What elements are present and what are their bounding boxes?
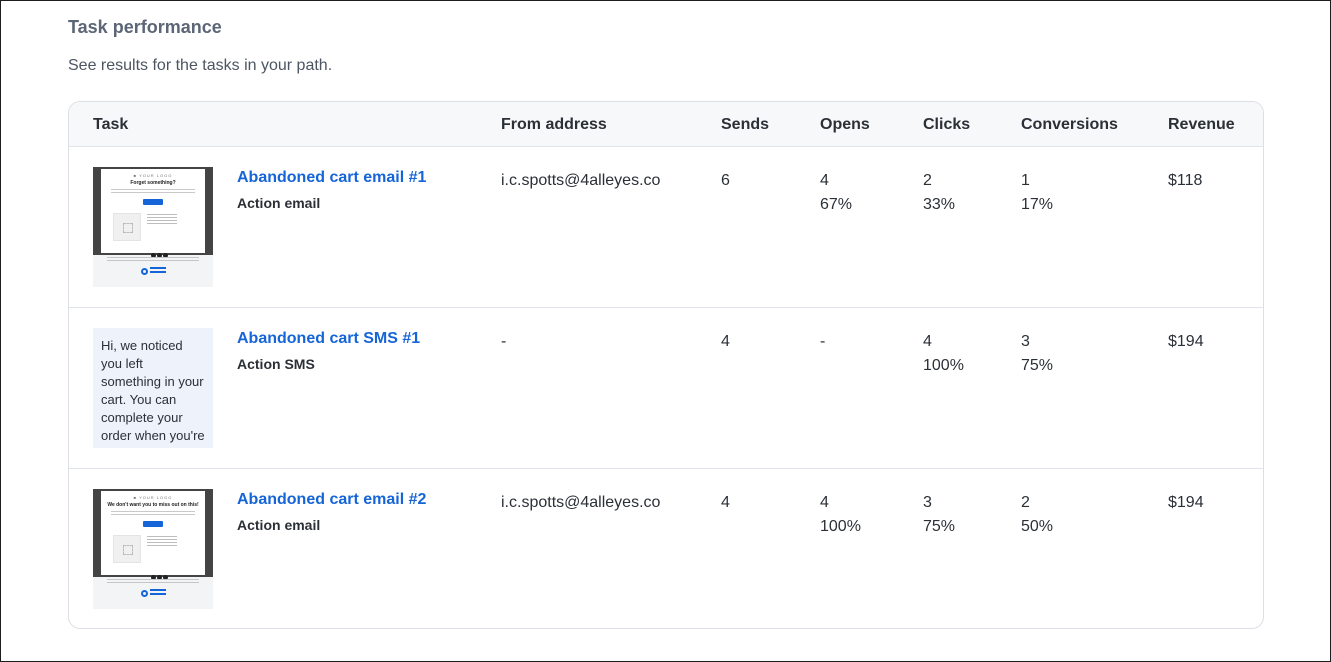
conversions-value: 2 50% bbox=[1021, 491, 1053, 539]
email-text-lines bbox=[111, 189, 195, 195]
constant-contact-logo bbox=[141, 588, 167, 600]
conversions-count: 3 bbox=[1021, 333, 1030, 350]
revenue-value: $194 bbox=[1168, 333, 1204, 350]
sms-thumbnail[interactable]: Hi, we noticed you left something in you… bbox=[93, 328, 213, 448]
task-link[interactable]: Abandoned cart SMS #1 bbox=[237, 330, 420, 348]
email-text-lines bbox=[111, 511, 195, 517]
email-preview-frame: ■ YOUR LOGO Forget something? bbox=[93, 167, 213, 258]
opens-value: 4 67% bbox=[820, 169, 852, 217]
email-cta-button bbox=[143, 199, 163, 205]
clicks-count: 4 bbox=[923, 333, 932, 350]
opens-percent: 100% bbox=[820, 518, 861, 535]
product-image-icon bbox=[113, 213, 141, 241]
clicks-value: 2 33% bbox=[923, 169, 955, 217]
task-link[interactable]: Abandoned cart email #1 bbox=[237, 169, 426, 187]
clicks-value: 4 100% bbox=[923, 330, 964, 378]
constant-contact-logo bbox=[141, 266, 167, 278]
email-footer-lines bbox=[107, 579, 199, 585]
header-conversions: Conversions bbox=[1021, 116, 1118, 133]
email-headline: We don't want you to miss out on this! bbox=[107, 502, 199, 508]
email-cta-button bbox=[143, 521, 163, 527]
from-address: i.c.spotts@4alleyes.co bbox=[501, 494, 661, 511]
header-from-address: From address bbox=[501, 116, 607, 133]
email-preview-frame: ■ YOUR LOGO We don't want you to miss ou… bbox=[93, 489, 213, 580]
header-opens: Opens bbox=[820, 116, 870, 133]
clicks-percent: 75% bbox=[923, 518, 956, 535]
table-row: ■ YOUR LOGO Forget something? Abandoned … bbox=[69, 147, 1263, 308]
opens-count: - bbox=[820, 333, 826, 350]
header-clicks: Clicks bbox=[923, 116, 971, 133]
social-icons bbox=[151, 245, 171, 258]
task-type: Action email bbox=[237, 517, 321, 533]
from-address: - bbox=[501, 333, 507, 350]
task-link[interactable]: Abandoned cart email #2 bbox=[237, 491, 426, 509]
clicks-count: 2 bbox=[923, 172, 932, 189]
conversions-count: 1 bbox=[1021, 172, 1030, 189]
email-preview-body: ■ YOUR LOGO We don't want you to miss ou… bbox=[101, 491, 205, 580]
header-task: Task bbox=[93, 116, 129, 133]
opens-value: - bbox=[820, 330, 825, 354]
opens-value: 4 100% bbox=[820, 491, 861, 539]
revenue-value: $118 bbox=[1168, 172, 1203, 189]
opens-count: 4 bbox=[820, 494, 829, 511]
conversions-value: 3 75% bbox=[1021, 330, 1053, 378]
conversions-value: 1 17% bbox=[1021, 169, 1053, 217]
section-subtitle: See results for the tasks in your path. bbox=[68, 57, 333, 74]
email-product-lines bbox=[147, 536, 177, 546]
table-row: ■ YOUR LOGO We don't want you to miss ou… bbox=[69, 469, 1263, 628]
task-type: Action SMS bbox=[237, 356, 315, 372]
clicks-value: 3 75% bbox=[923, 491, 955, 539]
from-address: i.c.spotts@4alleyes.co bbox=[501, 172, 661, 189]
sends-value: 4 bbox=[721, 333, 730, 350]
conversions-percent: 50% bbox=[1021, 518, 1054, 535]
header-revenue: Revenue bbox=[1168, 116, 1235, 133]
email-headline: Forget something? bbox=[130, 180, 176, 186]
opens-percent: 67% bbox=[820, 196, 853, 213]
section-title: Task performance bbox=[68, 17, 222, 37]
clicks-percent: 100% bbox=[923, 357, 964, 374]
sends-value: 6 bbox=[721, 172, 730, 189]
task-performance-table: Task From address Sends Opens Clicks Con… bbox=[68, 101, 1264, 629]
header-sends: Sends bbox=[721, 116, 770, 133]
social-icons bbox=[151, 567, 171, 580]
email-thumbnail[interactable]: ■ YOUR LOGO We don't want you to miss ou… bbox=[93, 489, 213, 609]
clicks-count: 3 bbox=[923, 494, 932, 511]
email-logo: ■ YOUR LOGO bbox=[133, 495, 173, 500]
conversions-percent: 75% bbox=[1021, 357, 1054, 374]
conversions-percent: 17% bbox=[1021, 196, 1054, 213]
table-header: Task From address Sends Opens Clicks Con… bbox=[69, 102, 1263, 147]
email-thumbnail[interactable]: ■ YOUR LOGO Forget something? bbox=[93, 167, 213, 287]
opens-count: 4 bbox=[820, 172, 829, 189]
table-row: Hi, we noticed you left something in you… bbox=[69, 308, 1263, 469]
task-type: Action email bbox=[237, 195, 321, 211]
email-logo: ■ YOUR LOGO bbox=[133, 173, 173, 178]
clicks-percent: 33% bbox=[923, 196, 956, 213]
email-product-lines bbox=[147, 214, 177, 224]
revenue-value: $194 bbox=[1168, 494, 1204, 511]
conversions-count: 2 bbox=[1021, 494, 1030, 511]
email-preview-body: ■ YOUR LOGO Forget something? bbox=[101, 169, 205, 258]
product-image-icon bbox=[113, 535, 141, 563]
email-footer-lines bbox=[107, 257, 199, 263]
sends-value: 4 bbox=[721, 494, 730, 511]
